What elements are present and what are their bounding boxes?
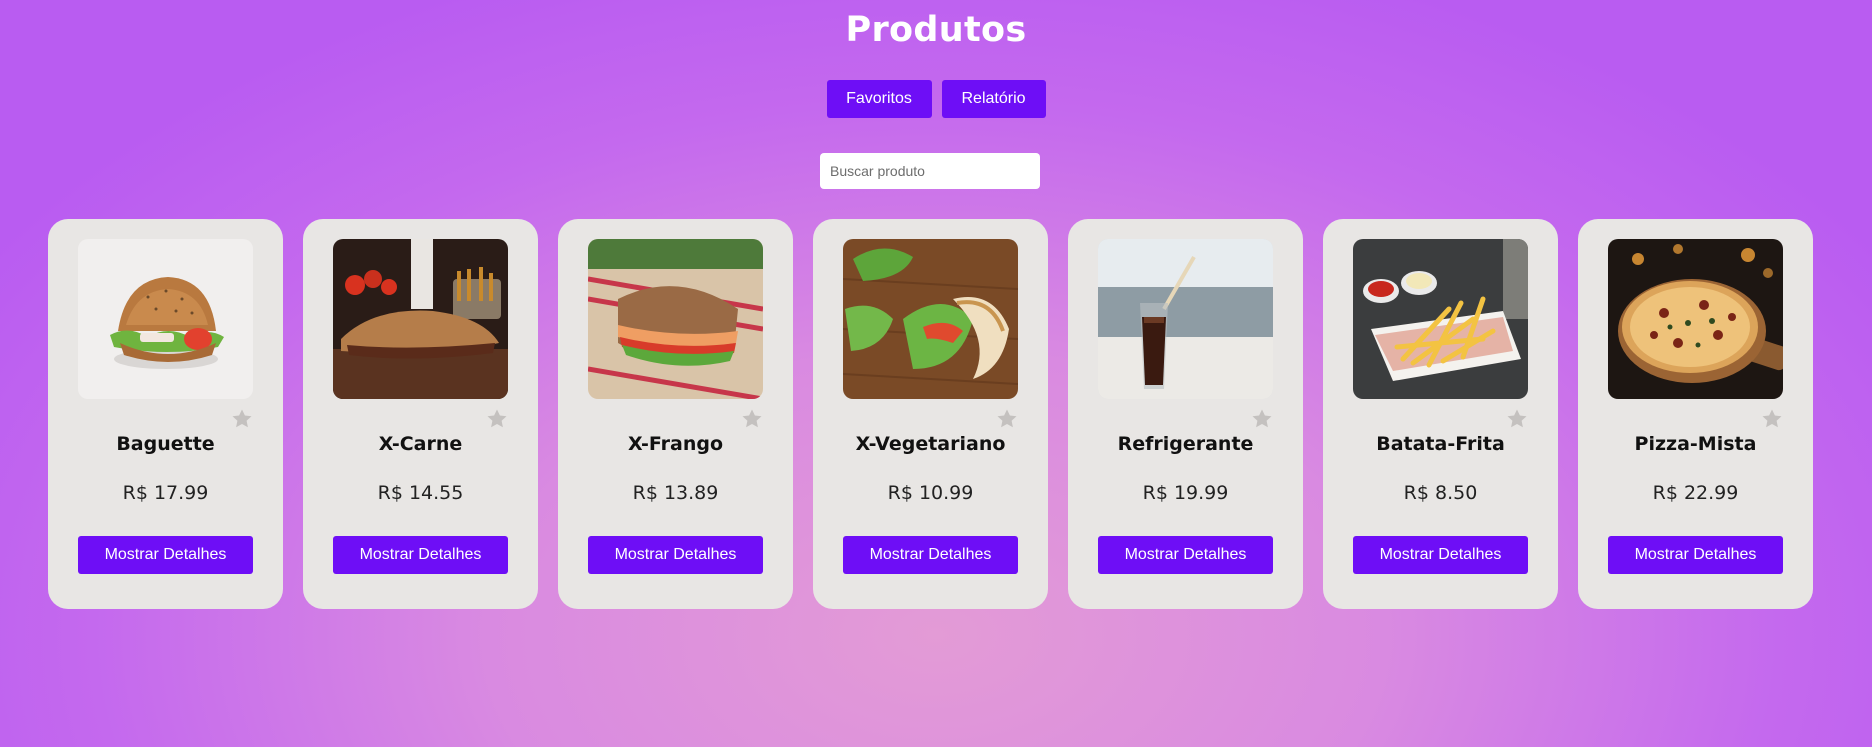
page-title: Produtos bbox=[845, 10, 1027, 50]
favorite-star-icon[interactable] bbox=[485, 407, 509, 431]
show-details-button[interactable]: Mostrar Detalhes bbox=[1098, 536, 1273, 574]
show-details-button[interactable]: Mostrar Detalhes bbox=[1353, 536, 1528, 574]
product-card: X-Carne R$ 14.55 Mostrar Detalhes bbox=[303, 219, 538, 609]
product-card: Batata-Frita R$ 8.50 Mostrar Detalhes bbox=[1323, 219, 1558, 609]
favorite-star-icon[interactable] bbox=[230, 407, 254, 431]
show-details-button[interactable]: Mostrar Detalhes bbox=[78, 536, 253, 574]
search-input[interactable] bbox=[820, 153, 1040, 189]
product-price: R$ 8.50 bbox=[1403, 482, 1478, 504]
show-details-button[interactable]: Mostrar Detalhes bbox=[333, 536, 508, 574]
top-button-bar: Favoritos Relatório bbox=[0, 80, 1872, 118]
product-name: Refrigerante bbox=[1117, 433, 1254, 455]
product-price: R$ 13.89 bbox=[632, 482, 719, 504]
product-name: Batata-Frita bbox=[1376, 433, 1505, 455]
favorite-star-icon[interactable] bbox=[1250, 407, 1274, 431]
favorite-star-icon[interactable] bbox=[1760, 407, 1784, 431]
product-list: Baguette R$ 17.99 Mostrar Detalhes X-Car… bbox=[48, 219, 1813, 609]
product-price: R$ 22.99 bbox=[1652, 482, 1739, 504]
chicken-sandwich-image bbox=[588, 239, 763, 399]
favorite-star-icon[interactable] bbox=[995, 407, 1019, 431]
product-name: X-Frango bbox=[627, 433, 724, 455]
beef-sandwich-image bbox=[333, 239, 508, 399]
product-name: X-Vegetariano bbox=[855, 433, 1006, 455]
report-button[interactable]: Relatório bbox=[941, 80, 1046, 118]
product-price: R$ 10.99 bbox=[887, 482, 974, 504]
product-card: Pizza-Mista R$ 22.99 Mostrar Detalhes bbox=[1578, 219, 1813, 609]
favorite-star-icon[interactable] bbox=[1505, 407, 1529, 431]
baguette-sandwich-image bbox=[78, 239, 253, 399]
product-name: Pizza-Mista bbox=[1634, 433, 1757, 455]
vegetarian-sandwich-image bbox=[843, 239, 1018, 399]
favorite-star-icon[interactable] bbox=[740, 407, 764, 431]
product-card: X-Vegetariano R$ 10.99 Mostrar Detalhes bbox=[813, 219, 1048, 609]
pizza-image bbox=[1608, 239, 1783, 399]
product-name: Baguette bbox=[116, 433, 215, 455]
show-details-button[interactable]: Mostrar Detalhes bbox=[1608, 536, 1783, 574]
french-fries-image bbox=[1353, 239, 1528, 399]
product-price: R$ 14.55 bbox=[377, 482, 464, 504]
product-name: X-Carne bbox=[378, 433, 463, 455]
product-card: Baguette R$ 17.99 Mostrar Detalhes bbox=[48, 219, 283, 609]
product-price: R$ 19.99 bbox=[1142, 482, 1229, 504]
favorites-button[interactable]: Favoritos bbox=[826, 80, 932, 118]
product-card: Refrigerante R$ 19.99 Mostrar Detalhes bbox=[1068, 219, 1303, 609]
soda-glass-image bbox=[1098, 239, 1273, 399]
show-details-button[interactable]: Mostrar Detalhes bbox=[843, 536, 1018, 574]
show-details-button[interactable]: Mostrar Detalhes bbox=[588, 536, 763, 574]
product-card: X-Frango R$ 13.89 Mostrar Detalhes bbox=[558, 219, 793, 609]
product-price: R$ 17.99 bbox=[122, 482, 209, 504]
